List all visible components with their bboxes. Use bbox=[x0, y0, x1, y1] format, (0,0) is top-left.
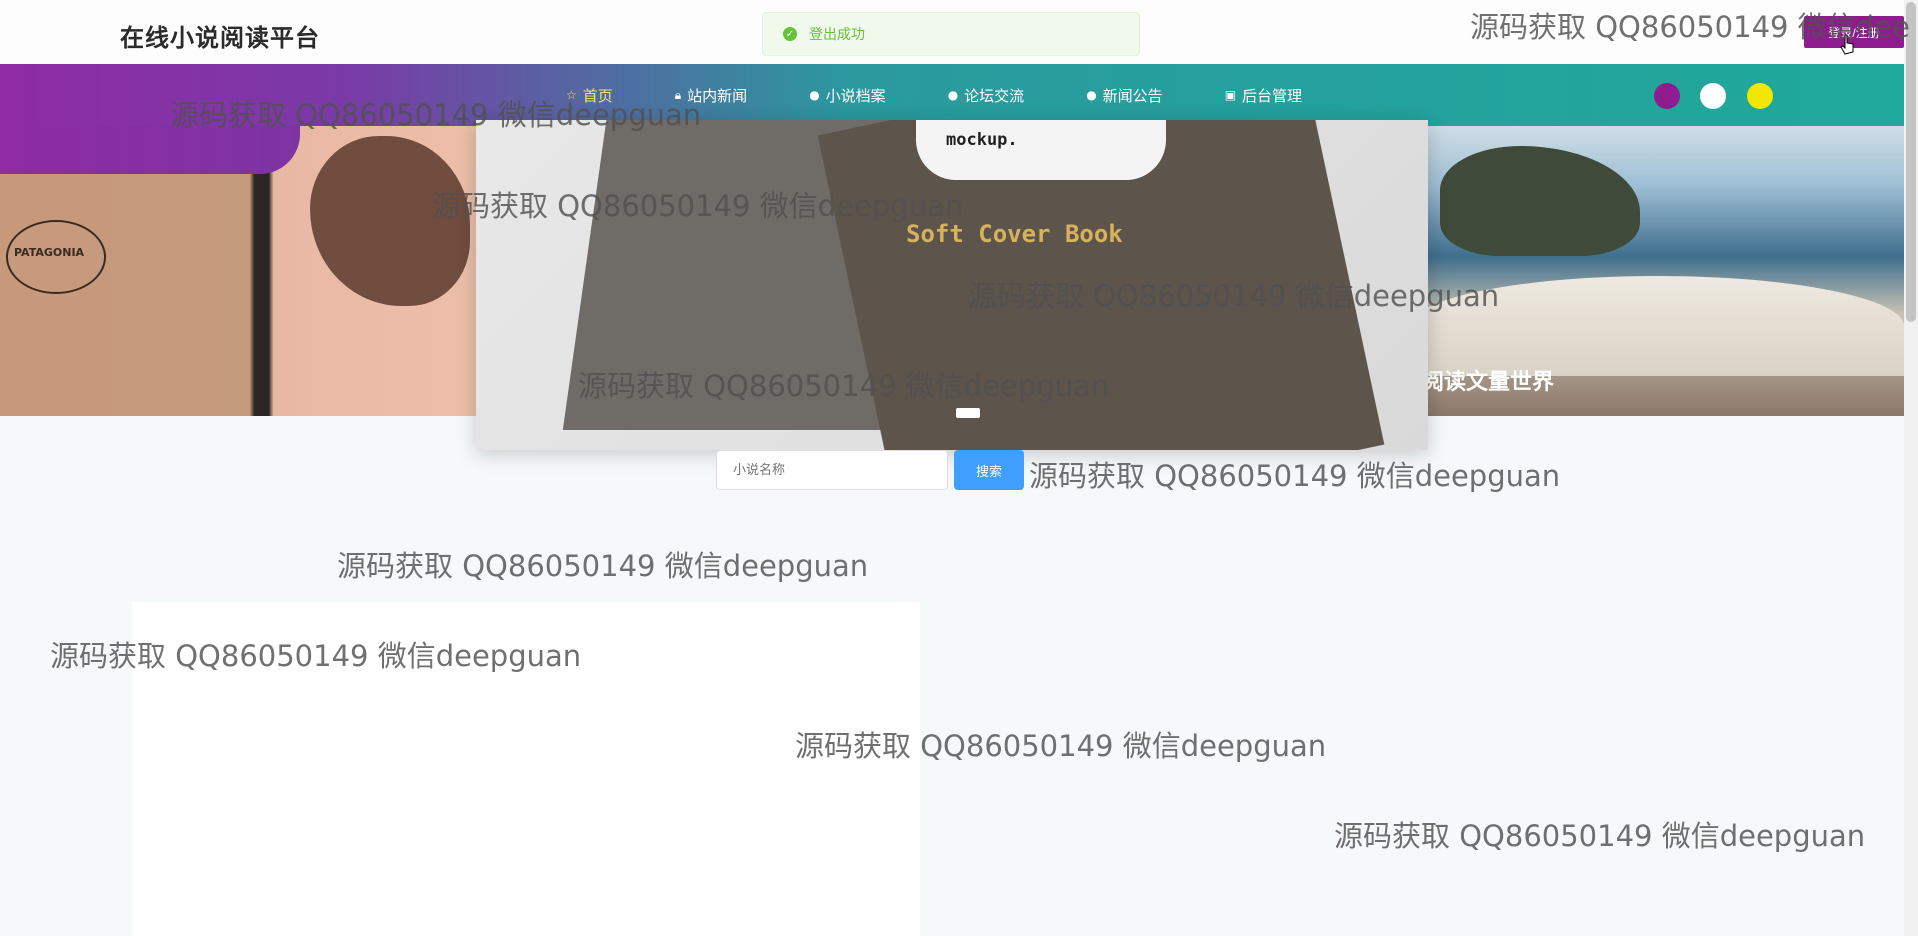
watermark-text: 源码获取 QQ86050149 微信deepguan bbox=[170, 98, 702, 132]
carousel-indicator[interactable] bbox=[956, 408, 980, 418]
theme-purple-dot[interactable] bbox=[1654, 83, 1680, 109]
logout-success-toast: ✓ 登出成功 bbox=[762, 12, 1140, 56]
theme-white-dot[interactable] bbox=[1700, 83, 1726, 109]
nav-item-admin[interactable]: ▣ 后台管理 bbox=[1225, 85, 1302, 106]
watermark-text: 源码获取 QQ86050149 微信dee bbox=[1470, 10, 1910, 44]
watermark-text: 源码获取 QQ86050149 微信deepguan bbox=[1029, 459, 1561, 493]
info-icon: ● bbox=[1086, 88, 1097, 102]
nav-item-novel-archive[interactable]: ● 小说档案 bbox=[809, 85, 886, 106]
watermark-text: 源码获取 QQ86050149 微信deepguan bbox=[50, 639, 582, 673]
watermark-text: 源码获取 QQ86050149 微信deepguan bbox=[968, 279, 1500, 313]
watermark-text: 源码获取 QQ86050149 微信deepguan bbox=[578, 369, 1110, 403]
site-title: 在线小说阅读平台 bbox=[120, 24, 320, 52]
watermark-text: 源码获取 QQ86050149 微信deepguan bbox=[337, 549, 869, 583]
watermark-text: 源码获取 QQ86050149 微信deepguan bbox=[795, 729, 1327, 763]
left-slide-caption: PATAGONIA bbox=[14, 246, 85, 259]
nav-item-label: 后台管理 bbox=[1242, 86, 1303, 105]
nav-item-announcements[interactable]: ● 新闻公告 bbox=[1086, 85, 1163, 106]
scrollbar-thumb[interactable] bbox=[1906, 2, 1916, 322]
nav-item-label: 小说档案 bbox=[825, 86, 886, 105]
bag-icon: ▣ bbox=[1224, 88, 1237, 102]
mockup-brand: mockup. bbox=[946, 130, 1018, 150]
right-slide-caption: 阅读文量世界 bbox=[1422, 370, 1555, 395]
watermark-text: 源码获取 QQ86050149 微信deepguan bbox=[1334, 819, 1866, 853]
search-button[interactable]: 搜索 bbox=[954, 450, 1024, 490]
nav-item-label: 新闻公告 bbox=[1102, 86, 1163, 105]
nav-item-label: 论坛交流 bbox=[964, 86, 1025, 105]
toast-message: 登出成功 bbox=[809, 27, 865, 43]
nav-item-forum[interactable]: ● 论坛交流 bbox=[948, 85, 1025, 106]
info-icon: ● bbox=[947, 88, 959, 102]
watermark-text: 源码获取 QQ86050149 微信deepguan bbox=[432, 189, 964, 223]
info-icon: ● bbox=[809, 88, 820, 102]
theme-yellow-dot[interactable] bbox=[1747, 83, 1773, 109]
mockup-tab bbox=[916, 120, 1166, 180]
success-check-icon: ✓ bbox=[783, 27, 797, 41]
novel-name-search-input[interactable] bbox=[716, 450, 948, 490]
